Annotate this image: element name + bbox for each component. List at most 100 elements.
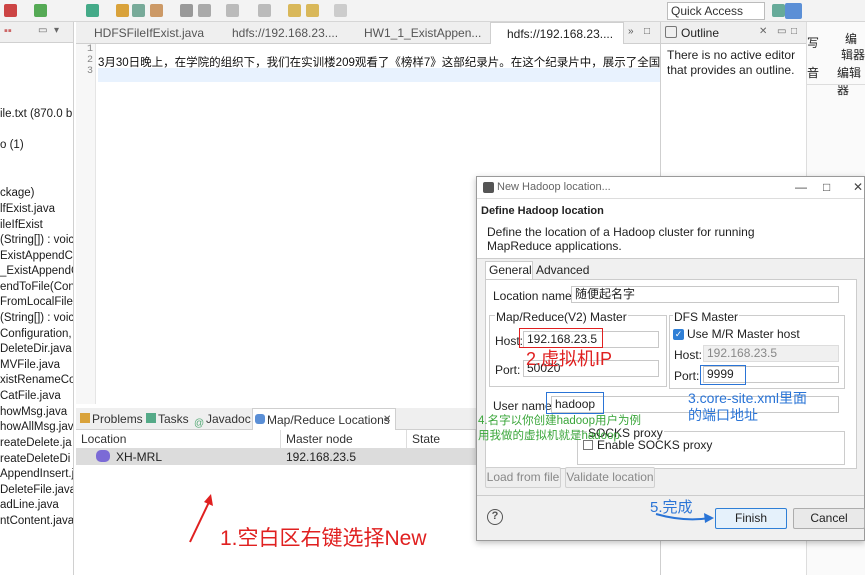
back-icon[interactable] bbox=[306, 4, 319, 17]
open-type-icon[interactable] bbox=[132, 4, 145, 17]
elephant-icon bbox=[96, 450, 110, 462]
block-icon[interactable] bbox=[198, 4, 211, 17]
pin-icon[interactable] bbox=[226, 4, 239, 17]
tasks-icon bbox=[146, 413, 156, 423]
editor-text-line: 3月30日晚上，在学院的组织下，我们在实训楼209观看了《榜样7》这部纪录片。在… bbox=[98, 57, 707, 69]
validate-location-button[interactable]: Validate location bbox=[565, 467, 655, 488]
open-folder-icon[interactable] bbox=[116, 4, 129, 17]
load-from-file-button[interactable]: Load from file bbox=[485, 467, 561, 488]
mr-master-label: Map/Reduce(V2) Master bbox=[495, 310, 628, 324]
debug-icon[interactable] bbox=[4, 4, 17, 17]
tab-problems[interactable]: Problems bbox=[78, 408, 143, 430]
maximize-icon[interactable]: □ bbox=[823, 180, 830, 194]
tab-general[interactable]: General bbox=[485, 261, 533, 279]
tree-item[interactable]: o (1) bbox=[0, 139, 24, 151]
tree-item[interactable]: DeleteFile.java bbox=[0, 484, 73, 496]
tree-item[interactable]: reateDeleteDi bbox=[0, 453, 70, 465]
mapreduce-perspective-icon[interactable] bbox=[785, 3, 802, 19]
minimize-icon[interactable]: ▭ bbox=[38, 25, 47, 36]
tab-hw1-existappend[interactable]: HW1_1_ExistAppen... bbox=[348, 22, 488, 44]
column-master-node[interactable]: Master node bbox=[281, 430, 407, 448]
tree-item[interactable]: MVFile.java bbox=[0, 359, 60, 371]
outline-tab[interactable]: Outline ✕ ▭ □ bbox=[661, 22, 807, 44]
tab-tasks[interactable]: Tasks bbox=[144, 408, 192, 430]
outline-title: Outline bbox=[681, 26, 720, 40]
red-arrow-icon bbox=[189, 494, 213, 543]
minimize-icon[interactable]: ▭ bbox=[777, 26, 786, 37]
toggle-icon[interactable] bbox=[180, 4, 193, 17]
tree-item[interactable]: reateDelete.ja bbox=[0, 437, 72, 449]
blue-arrow-icon bbox=[655, 513, 714, 523]
tree-item[interactable]: ntContent.java bbox=[0, 515, 73, 527]
tree-item[interactable]: AppendInsert.ja bbox=[0, 468, 73, 480]
tree-item[interactable]: (String[]) : voic bbox=[0, 234, 73, 246]
bottom-tab-bar: Problems Tasks @ Javadoc Map/Reduce Loca… bbox=[76, 408, 476, 430]
finish-button[interactable]: Finish bbox=[715, 508, 787, 529]
tree-item[interactable]: (String[]) : voic bbox=[0, 312, 73, 324]
help-icon[interactable]: ? bbox=[487, 509, 503, 525]
view-menu-icon[interactable]: ▾ bbox=[54, 25, 59, 36]
close-icon[interactable]: ✕ bbox=[383, 409, 391, 431]
tab-javadoc[interactable]: @ Javadoc bbox=[192, 408, 251, 430]
last-edit-icon[interactable] bbox=[288, 4, 301, 17]
tree-item[interactable]: lfExist.java bbox=[0, 203, 55, 215]
annotation-right-click-new: 1.空白区右键选择New bbox=[220, 527, 427, 550]
table-row[interactable]: XH-MRL 192.168.23.5 bbox=[76, 448, 476, 465]
new-class-icon[interactable] bbox=[86, 4, 99, 17]
main-toolbar: Quick Access bbox=[0, 0, 865, 22]
tab-advanced-parameters[interactable]: Advanced parameters bbox=[533, 262, 649, 291]
tree-item[interactable]: adLine.java bbox=[0, 499, 59, 511]
dialog-title: New Hadoop location... bbox=[497, 181, 611, 193]
location-name-field[interactable]: 随便起名字 bbox=[571, 286, 839, 303]
editor-tab-bar: HDFSFileIfExist.java hdfs://192.168.23..… bbox=[76, 22, 660, 44]
close-icon[interactable]: ✕ bbox=[759, 26, 767, 37]
dfs-host-label: Host: bbox=[674, 348, 703, 362]
next-annotation-icon[interactable] bbox=[258, 4, 271, 17]
minimize-icon[interactable]: — bbox=[795, 180, 807, 194]
cancel-button[interactable]: Cancel bbox=[793, 508, 865, 529]
problems-icon bbox=[80, 413, 90, 423]
annotation-vm-ip: 2.虚拟机IP bbox=[526, 349, 613, 369]
quick-access-input[interactable]: Quick Access bbox=[667, 2, 765, 20]
column-location[interactable]: Location bbox=[76, 430, 281, 448]
close-icon[interactable]: ✕ bbox=[853, 180, 863, 194]
outline-message: There is no active editor that provides … bbox=[667, 48, 796, 77]
tree-item[interactable]: ckage) bbox=[0, 187, 35, 199]
tree-item[interactable]: CatFile.java bbox=[0, 390, 61, 402]
tree-item[interactable]: ExistAppendCo bbox=[0, 250, 73, 262]
forward-icon[interactable] bbox=[334, 4, 347, 17]
tool-icon[interactable] bbox=[150, 4, 163, 17]
perspective-icon[interactable] bbox=[772, 4, 785, 17]
outline-icon bbox=[665, 26, 677, 38]
tab-hdfs-file-active[interactable]: hdfs://192.168.23.... bbox=[490, 22, 624, 44]
mapreduce-locations-panel[interactable]: Location Master node State XH-MRL 192.16… bbox=[76, 430, 476, 575]
tree-item[interactable]: ileIfExist bbox=[0, 219, 43, 231]
use-mr-checkbox[interactable]: ✓ bbox=[673, 329, 684, 340]
edge-text: 写 bbox=[807, 36, 820, 50]
dfs-master-label: DFS Master bbox=[673, 310, 740, 324]
tree-item[interactable]: DeleteDir.java bbox=[0, 343, 72, 355]
tab-hdfs-file-1[interactable]: hdfs://192.168.23.... bbox=[216, 22, 346, 44]
tree-item[interactable]: xistRenameCo bbox=[0, 374, 73, 386]
maximize-icon[interactable]: □ bbox=[791, 26, 797, 37]
dialog-header-description: Define the location of a Hadoop cluster … bbox=[487, 225, 755, 253]
tree-item[interactable]: Configuration, bbox=[0, 328, 72, 340]
dialog-header: Define Hadoop location Define the locati… bbox=[477, 199, 864, 259]
dialog-titlebar[interactable]: New Hadoop location... — □ ✕ bbox=[477, 177, 864, 199]
tree-item[interactable]: FromLocalFile bbox=[0, 296, 73, 308]
explorer-toolbar: ▪▪ ▭ ▾ bbox=[0, 22, 73, 43]
tab-overflow-icon[interactable]: » bbox=[628, 26, 634, 37]
use-mr-label: Use M/R Master host bbox=[687, 327, 800, 341]
tree-item[interactable]: _ExistAppendC bbox=[0, 265, 73, 277]
annotation-username-hint: 4.名字以你创建hadoop用户为例 用我做的虚拟机就是hadoop bbox=[478, 415, 641, 442]
tab-mapreduce-locations[interactable]: Map/Reduce Locations ✕ bbox=[252, 408, 396, 430]
tree-item[interactable]: howMsg.java bbox=[0, 406, 67, 418]
tree-item[interactable]: endToFile(Conf bbox=[0, 281, 73, 293]
tree-item[interactable]: ile.txt (870.0 b bbox=[0, 108, 72, 120]
maximize-editor-icon[interactable]: □ bbox=[644, 26, 650, 37]
tab-hdfsfileifexist[interactable]: HDFSFileIfExist.java bbox=[78, 22, 214, 44]
run-icon[interactable] bbox=[34, 4, 47, 17]
annotation-core-site: 3.core-site.xml里面 的端口地址 bbox=[688, 390, 808, 423]
column-state[interactable]: State bbox=[407, 430, 476, 448]
tree-item[interactable]: howAllMsg.jav bbox=[0, 421, 73, 433]
